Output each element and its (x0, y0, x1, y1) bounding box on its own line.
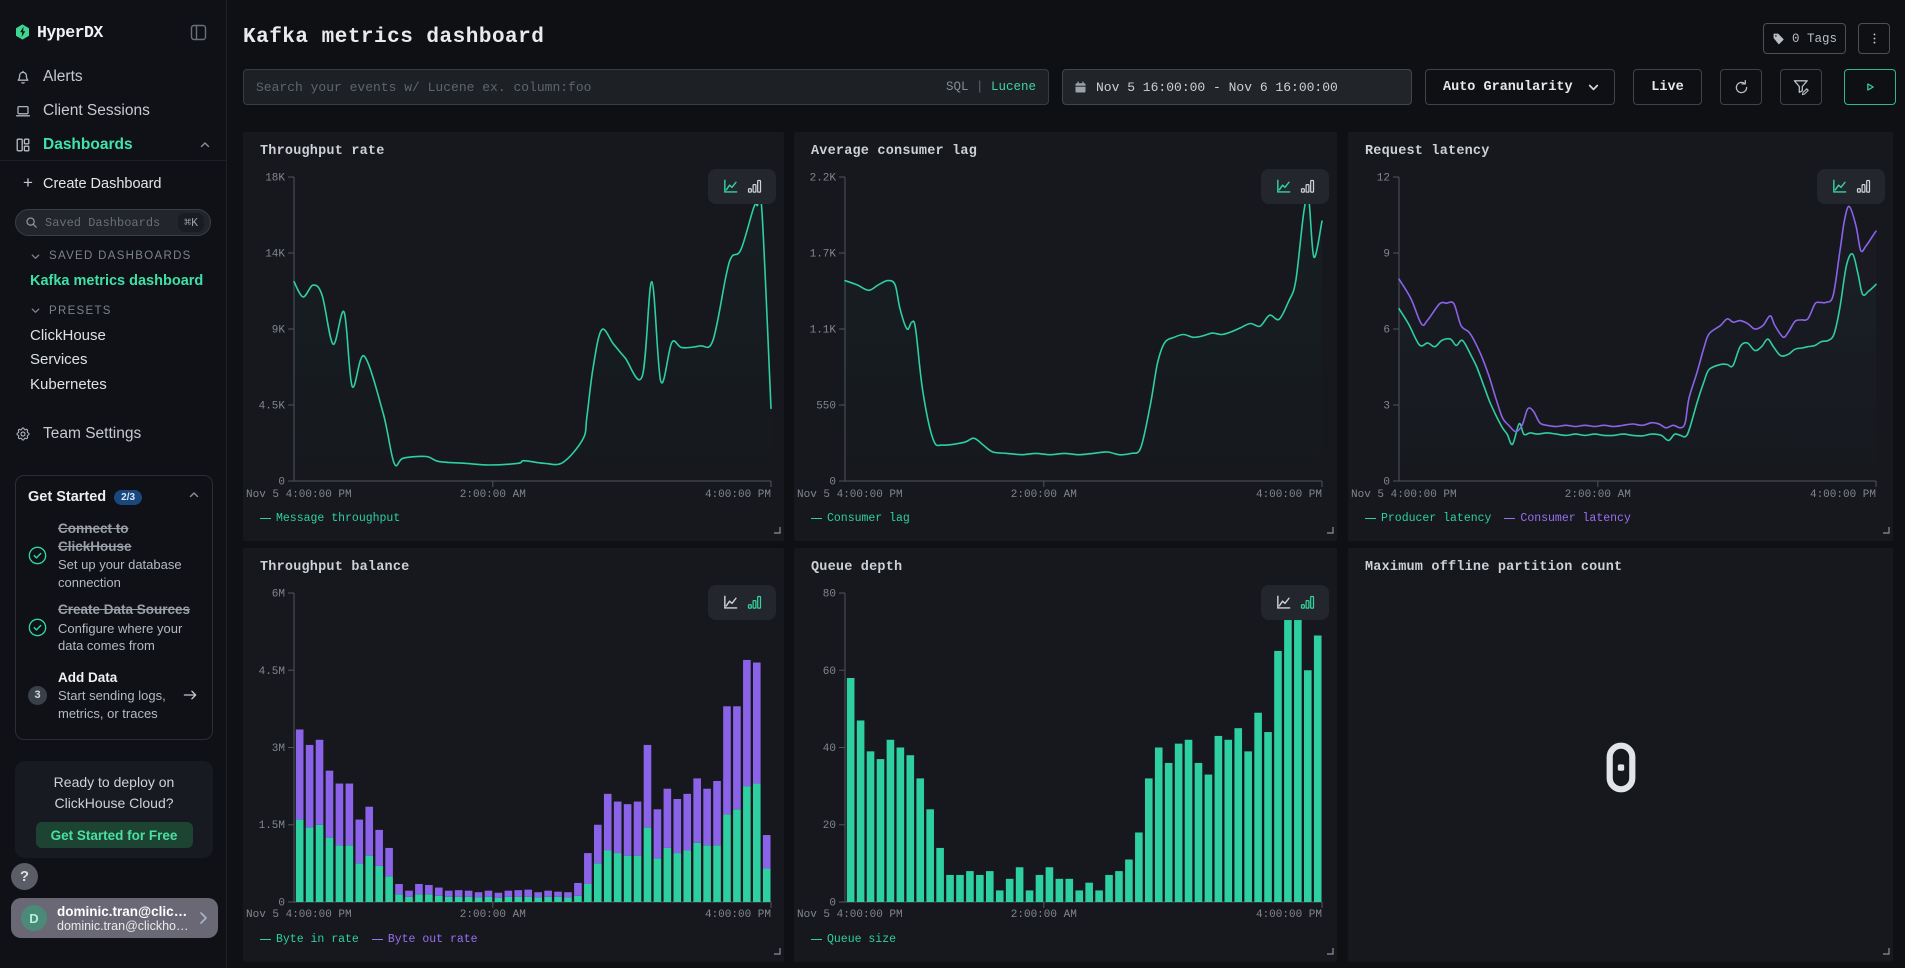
svg-text:4:00:00 PM: 4:00:00 PM (705, 489, 771, 501)
svg-text:3: 3 (1383, 401, 1390, 413)
svg-text:6: 6 (1383, 325, 1390, 337)
svg-text:1.5M: 1.5M (259, 820, 285, 832)
svg-text:Nov 5 4:00:00 PM: Nov 5 4:00:00 PM (1351, 489, 1457, 501)
svg-text:40: 40 (823, 743, 836, 755)
svg-text:14K: 14K (265, 249, 285, 261)
svg-text:0: 0 (278, 477, 285, 489)
svg-text:Nov 5 4:00:00 PM: Nov 5 4:00:00 PM (246, 909, 352, 921)
svg-text:4.5M: 4.5M (259, 666, 285, 678)
svg-text:2:00:00 AM: 2:00:00 AM (460, 489, 526, 501)
svg-text:4:00:00 PM: 4:00:00 PM (1810, 489, 1876, 501)
svg-text:0: 0 (278, 898, 285, 910)
svg-text:4:00:00 PM: 4:00:00 PM (705, 909, 771, 921)
svg-text:1.7K: 1.7K (810, 249, 837, 261)
svg-text:4.5K: 4.5K (259, 401, 286, 413)
svg-text:2:00:00 AM: 2:00:00 AM (1011, 489, 1077, 501)
svg-text:2:00:00 AM: 2:00:00 AM (1011, 909, 1077, 921)
svg-text:1.1K: 1.1K (810, 325, 837, 337)
svg-text:80: 80 (823, 589, 836, 601)
svg-text:0: 0 (829, 477, 836, 489)
svg-text:20: 20 (823, 820, 836, 832)
svg-text:18K: 18K (265, 173, 285, 185)
svg-text:Nov 5 4:00:00 PM: Nov 5 4:00:00 PM (797, 909, 903, 921)
svg-text:2:00:00 AM: 2:00:00 AM (1565, 489, 1631, 501)
svg-text:3M: 3M (272, 743, 285, 755)
svg-text:6M: 6M (272, 589, 285, 601)
svg-text:9K: 9K (272, 325, 286, 337)
svg-text:4:00:00 PM: 4:00:00 PM (1256, 489, 1322, 501)
svg-text:550: 550 (816, 401, 836, 413)
svg-text:Nov 5 4:00:00 PM: Nov 5 4:00:00 PM (797, 489, 903, 501)
svg-text:12: 12 (1377, 173, 1390, 185)
svg-text:0: 0 (1383, 477, 1390, 489)
svg-text:9: 9 (1383, 249, 1390, 261)
svg-text:0: 0 (829, 898, 836, 910)
svg-text:Nov 5 4:00:00 PM: Nov 5 4:00:00 PM (246, 489, 352, 501)
svg-text:4:00:00 PM: 4:00:00 PM (1256, 909, 1322, 921)
svg-text:2.2K: 2.2K (810, 173, 837, 185)
svg-text:2:00:00 AM: 2:00:00 AM (460, 909, 526, 921)
svg-text:60: 60 (823, 666, 836, 678)
